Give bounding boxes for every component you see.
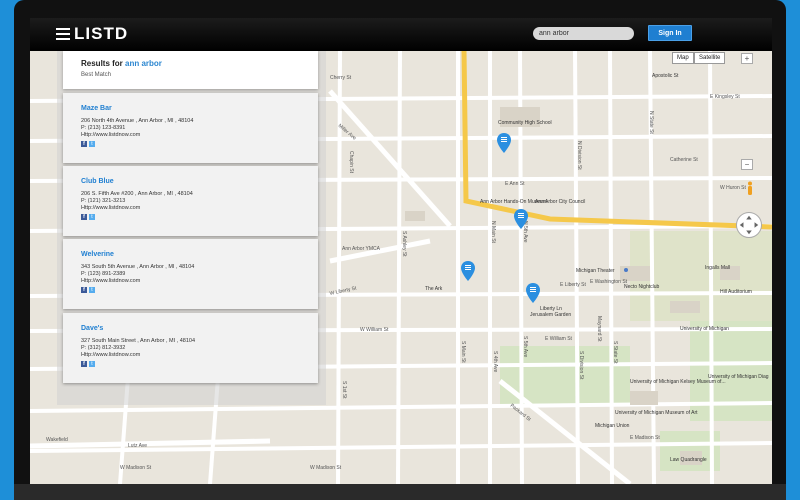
svg-text:Cherry St: Cherry St <box>330 75 352 81</box>
svg-text:Catherine St: Catherine St <box>670 157 698 163</box>
facebook-icon[interactable]: f <box>81 213 87 220</box>
twitter-icon[interactable]: t <box>89 286 95 293</box>
result-address: 206 S. Fifth Ave #200 , Ann Arbor , MI ,… <box>81 191 193 197</box>
twitter-icon[interactable]: t <box>89 360 95 367</box>
svg-text:Michigan Theater: Michigan Theater <box>576 268 615 274</box>
pan-control-icon[interactable] <box>736 212 762 238</box>
result-card[interactable]: Dave's 327 South Main Street , Ann Arbor… <box>63 313 318 383</box>
svg-text:University of Michigan: University of Michigan <box>680 326 729 332</box>
svg-text:S Main St: S Main St <box>460 341 466 363</box>
sign-in-button[interactable]: Sign In <box>648 25 692 41</box>
map-pin-icon[interactable] <box>497 133 511 153</box>
result-card[interactable]: Maze Bar 206 North 4th Avenue , Ann Arbo… <box>63 93 318 163</box>
svg-text:E Madison St: E Madison St <box>630 435 660 441</box>
sort-best-match-link[interactable]: Best Match <box>81 72 318 78</box>
svg-text:Law Quadrangle: Law Quadrangle <box>670 457 707 463</box>
svg-text:S Division St: S Division St <box>578 351 584 380</box>
result-name[interactable]: Club Blue <box>81 178 318 185</box>
result-phone: P: (312) 812-3932 <box>81 345 126 352</box>
svg-text:S 5th Ave: S 5th Ave <box>522 336 528 358</box>
facebook-icon[interactable]: f <box>81 360 87 367</box>
svg-text:E Kingsley St: E Kingsley St <box>710 94 740 100</box>
result-phone: P: (123) 891-2389 <box>81 271 126 278</box>
svg-text:N Division St: N Division St <box>576 141 582 170</box>
map-pin-icon[interactable] <box>514 209 528 229</box>
svg-text:S State St: S State St <box>612 341 618 364</box>
search-input[interactable] <box>533 27 634 40</box>
result-name[interactable]: Maze Bar <box>81 105 318 112</box>
twitter-icon[interactable]: t <box>89 140 95 147</box>
svg-text:S 1st St: S 1st St <box>341 381 347 399</box>
svg-text:Ann Arbor City Council: Ann Arbor City Council <box>535 199 585 205</box>
facebook-icon[interactable]: f <box>81 286 87 293</box>
svg-text:E William St: E William St <box>545 336 573 342</box>
result-phone: P: (213) 123-8391 <box>81 125 126 132</box>
svg-text:University of Michigan Diag: University of Michigan Diag <box>708 374 769 380</box>
results-title: Results for ann arbor <box>81 59 162 68</box>
result-card[interactable]: Welverine 343 South 5th Avenue , Ann Arb… <box>63 239 318 309</box>
svg-text:E Washington St: E Washington St <box>590 279 628 285</box>
diag-area <box>690 321 772 421</box>
svg-text:Chapin St: Chapin St <box>348 151 354 174</box>
svg-text:S Ashley St: S Ashley St <box>401 231 407 257</box>
result-phone: P: (121) 321-3213 <box>81 198 126 205</box>
svg-text:Maynard St: Maynard St <box>596 316 602 342</box>
svg-text:W Madison St: W Madison St <box>120 465 152 471</box>
result-url[interactable]: Http://www.listdnow.com <box>81 205 318 212</box>
logo[interactable]: LISTD <box>56 24 128 44</box>
zoom-in-button[interactable]: + <box>741 53 753 64</box>
result-name[interactable]: Dave's <box>81 325 318 332</box>
svg-text:Hill Auditorium: Hill Auditorium <box>720 289 752 295</box>
svg-text:Ingalls Mall: Ingalls Mall <box>705 265 730 271</box>
result-address: 206 North 4th Avenue , Ann Arbor , MI , … <box>81 118 194 124</box>
svg-text:W Madison St: W Madison St <box>310 465 342 471</box>
result-url[interactable]: Http://www.listdnow.com <box>81 278 318 285</box>
twitter-icon[interactable]: t <box>89 213 95 220</box>
map-type-map-button[interactable]: Map <box>672 52 694 64</box>
svg-text:W William St: W William St <box>360 327 389 333</box>
svg-text:S 4th Ave: S 4th Ave <box>492 351 498 373</box>
logo-text: LISTD <box>74 24 129 43</box>
facebook-icon[interactable]: f <box>81 140 87 147</box>
result-url[interactable]: Http://www.listdnow.com <box>81 132 318 139</box>
top-navbar: LISTD Sign In <box>30 18 772 51</box>
svg-text:Liberty Ln: Liberty Ln <box>540 306 562 312</box>
map-type-satellite-button[interactable]: Satellite <box>694 52 726 64</box>
result-address: 343 South 5th Avenue , Ann Arbor , MI , … <box>81 264 195 270</box>
app-screen: LISTD Sign In <box>30 18 772 484</box>
svg-text:Necto Nightclub: Necto Nightclub <box>624 284 660 290</box>
result-name[interactable]: Welverine <box>81 251 318 258</box>
results-panel: Results for ann arbor Best Match Maze Ba… <box>57 51 326 405</box>
svg-text:E Liberty St: E Liberty St <box>560 282 586 288</box>
svg-text:Wakefield: Wakefield <box>46 437 68 443</box>
map-pin-icon[interactable] <box>461 261 475 281</box>
device-bottom-bar <box>14 484 786 500</box>
result-url[interactable]: Http://www.listdnow.com <box>81 352 318 359</box>
zoom-out-button[interactable]: − <box>741 159 753 170</box>
results-query: ann arbor <box>125 59 162 68</box>
svg-text:N State St: N State St <box>648 111 654 134</box>
svg-text:Ann Arbor YMCA: Ann Arbor YMCA <box>342 246 381 252</box>
results-header: Results for ann arbor Best Match <box>63 51 318 89</box>
menu-icon[interactable] <box>56 28 70 40</box>
svg-text:Michigan Union: Michigan Union <box>595 423 630 429</box>
svg-text:Lutz Ave: Lutz Ave <box>128 443 147 449</box>
svg-text:The Ark: The Ark <box>425 286 443 292</box>
pegman-icon[interactable] <box>746 181 754 195</box>
svg-text:Jerusalem Garden: Jerusalem Garden <box>530 312 571 318</box>
svg-text:University of Michigan Museum: University of Michigan Museum of Art <box>615 410 698 416</box>
map-pin-icon[interactable] <box>526 283 540 303</box>
result-card[interactable]: Club Blue 206 S. Fifth Ave #200 , Ann Ar… <box>63 166 318 236</box>
result-address: 327 South Main Street , Ann Arbor , MI ,… <box>81 338 196 344</box>
svg-text:E Ann St: E Ann St <box>505 181 525 187</box>
svg-text:N Main St: N Main St <box>490 221 496 244</box>
svg-text:Apostolic St: Apostolic St <box>652 73 679 79</box>
svg-text:Community High School: Community High School <box>498 120 552 126</box>
svg-text:W Huron St: W Huron St <box>720 185 746 191</box>
